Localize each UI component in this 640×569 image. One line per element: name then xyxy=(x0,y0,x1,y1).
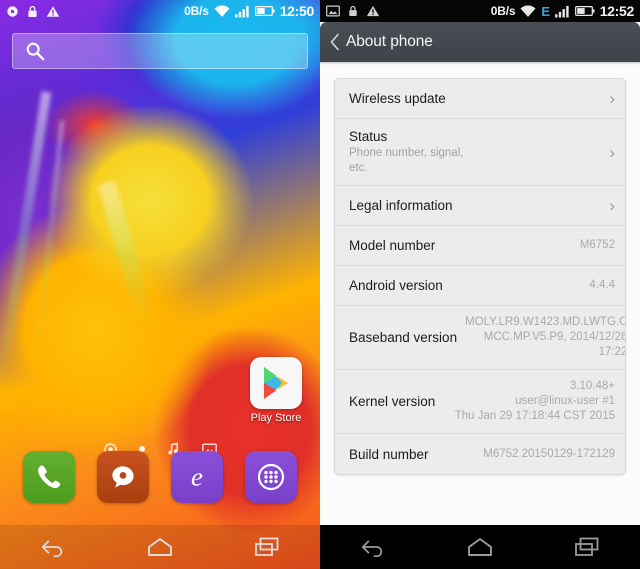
search-input[interactable] xyxy=(12,33,308,69)
battery-icon xyxy=(254,6,275,16)
settings-nav-bar xyxy=(320,525,640,569)
data-rate: 0B/s xyxy=(184,4,209,18)
lock-icon xyxy=(349,5,357,16)
list-item[interactable]: Kernel version 3.10.48+ user@linux-user #… xyxy=(335,370,625,434)
settings-clock: 12:52 xyxy=(599,3,635,19)
phone-glyph xyxy=(38,465,61,489)
list-item-text: Baseband version xyxy=(349,329,457,346)
list-item-text: Model number xyxy=(349,237,435,254)
home-screen: 0B/s 12:50 Play Store e xyxy=(0,0,320,569)
list-item-title: Kernel version xyxy=(349,394,436,409)
list-item-value: M6752 xyxy=(579,239,615,251)
play-store-label: Play Store xyxy=(250,412,302,424)
page-title: About phone xyxy=(346,33,433,50)
dock-phone-icon[interactable] xyxy=(23,451,75,503)
list-item-text: Android version xyxy=(349,277,443,294)
list-item[interactable]: Build number M6752 20150129-172129 xyxy=(335,434,625,474)
home-nav-bar xyxy=(0,525,320,569)
action-bar: About phone xyxy=(320,22,640,62)
play-store-glyph xyxy=(264,367,288,399)
signal-icon xyxy=(234,5,249,17)
list-item-title: Android version xyxy=(349,278,443,293)
list-item-title: Baseband version xyxy=(349,330,458,345)
dock-messaging-icon[interactable] xyxy=(97,451,149,503)
back-icon[interactable] xyxy=(346,525,400,569)
list-item-value: 3.10.48+ user@linux-user #1 Thu Jan 29 1… xyxy=(454,380,615,422)
chevron-left-icon[interactable] xyxy=(329,33,341,51)
screenshot-icon xyxy=(326,5,340,17)
list-item-title: Status xyxy=(349,129,388,144)
list-item-title: Model number xyxy=(349,238,436,253)
list-item-value: MOLY.LR9.W1423.MD.LWTG.C MCC.MP.V5.P9, 2… xyxy=(465,316,626,358)
network-type-label: E xyxy=(541,3,550,19)
list-item-text: Kernel version xyxy=(349,393,435,410)
list-item-text: Legal information xyxy=(349,197,453,214)
svg-text:e: e xyxy=(191,462,203,492)
chevron-right-icon: › xyxy=(609,142,615,162)
play-store-icon[interactable] xyxy=(250,357,302,409)
back-icon[interactable] xyxy=(26,525,80,569)
battery-icon xyxy=(574,6,595,16)
about-phone-list: Wireless update › Status Phone number, sign… xyxy=(334,78,626,475)
settings-status-bar: 0B/s E 12:52 xyxy=(320,0,640,22)
dock-app-drawer-icon[interactable] xyxy=(245,451,297,503)
home-icon[interactable] xyxy=(133,525,187,569)
recents-icon[interactable] xyxy=(560,525,614,569)
chevron-right-icon: › xyxy=(609,196,615,215)
list-item-subtitle: Phone number, signal, etc. xyxy=(349,147,464,174)
screenshot-pair: 0B/s 12:50 Play Store e 0B/s E 12:52 Abo… xyxy=(0,0,640,569)
app-drawer-glyph xyxy=(257,463,285,491)
home-clock: 12:50 xyxy=(279,3,315,19)
chevron-right-icon: › xyxy=(609,89,615,108)
list-item-title: Legal information xyxy=(349,198,453,213)
recents-icon[interactable] xyxy=(240,525,294,569)
list-item[interactable]: Baseband version MOLY.LR9.W1423.MD.LWTG.C… xyxy=(335,306,625,370)
list-item-title: Wireless update xyxy=(349,91,446,106)
home-icon[interactable] xyxy=(453,525,507,569)
wifi-icon xyxy=(520,4,536,17)
dock: e xyxy=(0,447,320,507)
message-glyph xyxy=(112,466,134,488)
alarm-icon xyxy=(7,5,18,17)
list-item[interactable]: Status Phone number, signal, etc. › xyxy=(335,119,625,186)
about-phone-screen: 0B/s E 12:52 About phone Wireless update… xyxy=(320,0,640,569)
list-item[interactable]: Wireless update › xyxy=(335,79,625,119)
warning-icon xyxy=(366,5,380,17)
list-item-text: Build number xyxy=(349,446,429,463)
data-rate: 0B/s xyxy=(490,4,516,18)
list-item[interactable]: Legal information › xyxy=(335,186,625,226)
wifi-icon xyxy=(214,4,230,17)
warning-icon xyxy=(46,5,60,17)
lock-icon xyxy=(28,5,37,17)
list-item-value: 4.4.4 xyxy=(589,279,615,291)
list-item-value: M6752 20150129-172129 xyxy=(483,447,615,460)
home-status-bar: 0B/s 12:50 xyxy=(0,0,320,22)
list-item[interactable]: Android version 4.4.4 xyxy=(335,266,625,306)
list-item-text: Status Phone number, signal, etc. xyxy=(349,128,479,176)
list-item[interactable]: Model number M6752 xyxy=(335,226,625,266)
dock-browser-icon[interactable]: e xyxy=(171,451,223,503)
browser-e-glyph: e xyxy=(191,462,203,492)
signal-icon xyxy=(554,5,569,17)
search-icon xyxy=(26,42,45,61)
list-item-text: Wireless update xyxy=(349,90,446,107)
list-item-title: Build number xyxy=(349,446,429,462)
